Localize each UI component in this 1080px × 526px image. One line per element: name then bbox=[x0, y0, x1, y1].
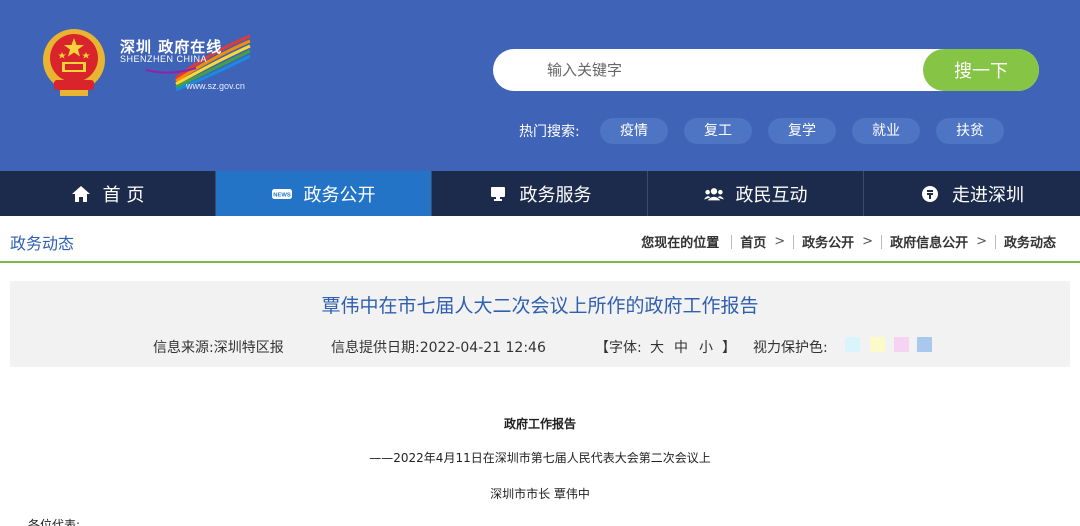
section-title: 政务动态 bbox=[10, 234, 75, 253]
font-size-close: 】 bbox=[722, 340, 736, 356]
breadcrumb-gov-info-open[interactable]: 政府信息公开 bbox=[890, 232, 968, 251]
breadcrumb-divider bbox=[881, 234, 883, 249]
hot-search-label: 热门搜索: bbox=[519, 124, 580, 140]
hot-tag-epidemic[interactable]: 疫情 bbox=[600, 118, 668, 144]
breadcrumb-bar: 政务动态 您现在的位置 首页 > 政务公开 > 政府信息公开 > 政务动态 bbox=[0, 216, 1080, 263]
font-size-open: 【字体: bbox=[595, 340, 642, 356]
breadcrumb-prefix: 您现在的位置 bbox=[641, 236, 720, 251]
nav-item-interaction[interactable]: 政民互动 bbox=[648, 171, 864, 216]
font-size-large[interactable]: 大 bbox=[650, 337, 664, 357]
breadcrumb-home[interactable]: 首页 bbox=[740, 232, 766, 251]
nav-label: 政务服务 bbox=[519, 184, 592, 206]
breadcrumb-divider bbox=[994, 234, 996, 249]
breadcrumb: 您现在的位置 首页 > 政务公开 > 政府信息公开 > 政务动态 bbox=[641, 232, 1056, 251]
breadcrumb-separator: > bbox=[976, 234, 987, 249]
font-size-small[interactable]: 小 bbox=[699, 337, 713, 357]
hot-tag-resume-school[interactable]: 复学 bbox=[768, 118, 836, 144]
eye-protect-label: 视力保护色: bbox=[753, 340, 828, 356]
nav-label: 政务公开 bbox=[303, 184, 376, 206]
news-icon: NEWS bbox=[271, 184, 292, 204]
site-logo[interactable]: 深圳 政府在线 SHENZHEN CHINA www.sz.gov.cn bbox=[116, 32, 256, 94]
breadcrumb-separator: > bbox=[862, 234, 874, 249]
nav-label: 政民互动 bbox=[735, 184, 808, 206]
people-icon bbox=[703, 184, 724, 204]
monitor-icon bbox=[488, 184, 508, 204]
breadcrumb-divider bbox=[793, 234, 795, 249]
article-source: 信息来源:深圳特区报 bbox=[153, 340, 284, 356]
site-header: 深圳 政府在线 SHENZHEN CHINA www.sz.gov.cn 搜一下… bbox=[0, 0, 1080, 171]
content-author: 深圳市市长 覃伟中 bbox=[490, 487, 590, 501]
hot-tag-poverty-relief[interactable]: 扶贫 bbox=[936, 118, 1004, 144]
content-opening: 各位代表: bbox=[28, 518, 81, 526]
hot-tag-resume-work[interactable]: 复工 bbox=[684, 118, 752, 144]
nav-item-about-shenzhen[interactable]: 走进深圳 bbox=[864, 171, 1080, 216]
eye-color-yellow[interactable] bbox=[870, 337, 885, 352]
article-date: 信息提供日期:2022-04-21 12:46 bbox=[331, 340, 546, 356]
svg-text:NEWS: NEWS bbox=[273, 192, 291, 198]
main-nav: 首 页 NEWS 政务公开 政务服务 政民互动 走进深圳 bbox=[0, 171, 1080, 216]
eye-color-cyan[interactable] bbox=[845, 337, 860, 352]
nav-item-gov-affairs-open[interactable]: NEWS 政务公开 bbox=[216, 171, 432, 216]
nav-label: 走进深圳 bbox=[952, 184, 1024, 206]
info-icon bbox=[920, 184, 940, 204]
article-header: 覃伟中在市七届人大二次会议上所作的政府工作报告 信息来源:深圳特区报 信息提供日… bbox=[10, 281, 1070, 367]
article-title: 覃伟中在市七届人大二次会议上所作的政府工作报告 bbox=[321, 295, 759, 317]
eye-color-pink[interactable] bbox=[894, 337, 909, 352]
breadcrumb-gov-news[interactable]: 政务动态 bbox=[1004, 232, 1056, 251]
eye-color-blue[interactable] bbox=[917, 337, 932, 352]
search-button[interactable]: 搜一下 bbox=[923, 49, 1039, 91]
content-heading: 政府工作报告 bbox=[503, 417, 576, 431]
search-input[interactable] bbox=[493, 49, 923, 91]
breadcrumb-divider bbox=[731, 234, 733, 249]
breadcrumb-separator: > bbox=[774, 234, 786, 249]
home-icon bbox=[71, 184, 91, 204]
breadcrumb-gov-open[interactable]: 政务公开 bbox=[802, 232, 854, 251]
search-box: 搜一下 bbox=[493, 49, 1039, 91]
hot-tag-employment[interactable]: 就业 bbox=[852, 118, 920, 144]
logo-url-text: www.sz.gov.cn bbox=[186, 81, 245, 91]
content-subtitle: ——2022年4月11日在深圳市第七届人民代表大会第二次会议上 bbox=[369, 451, 711, 465]
nav-item-gov-services[interactable]: 政务服务 bbox=[432, 171, 648, 216]
nav-label: 首 页 bbox=[102, 184, 145, 206]
national-emblem-icon bbox=[43, 29, 105, 96]
font-size-medium[interactable]: 中 bbox=[674, 337, 688, 357]
nav-item-home[interactable]: 首 页 bbox=[0, 171, 216, 216]
logo-english-text: SHENZHEN CHINA bbox=[120, 54, 208, 64]
